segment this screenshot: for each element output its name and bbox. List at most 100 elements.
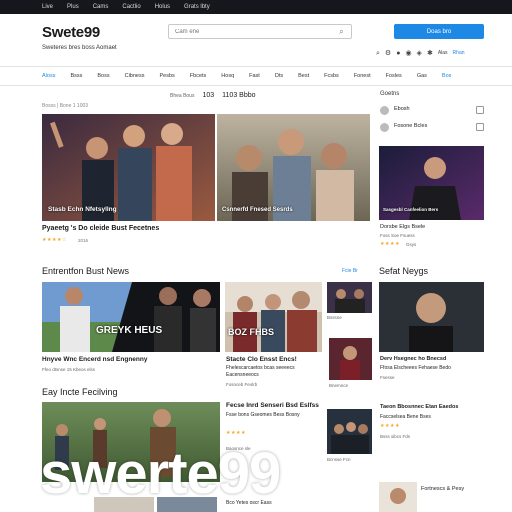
card2-meta: Fosnceb Feolrb (226, 382, 258, 387)
pager-extra[interactable]: 1103 Bbbo (222, 92, 255, 99)
section-title-2: Eay Incte Fecilving (42, 387, 118, 397)
nav-item-12[interactable]: Fonest (354, 73, 371, 79)
nav-item-13[interactable]: Fosles (386, 73, 402, 79)
thumb1-meta: Bsssne (327, 315, 342, 320)
sidebar-row-label: Ebosh (394, 106, 410, 112)
utility-link[interactable]: Rhan (453, 49, 465, 58)
nav-item-11[interactable]: Fcsbs (324, 73, 339, 79)
nav-item-1[interactable]: Aloss (42, 73, 55, 79)
sidebar-row-label: Fosone Bcles (394, 123, 428, 129)
gear-icon[interactable]: ⚙ (385, 49, 391, 58)
card4-headline[interactable]: Fecse Inrd Senseri Bsd Eslfss (226, 402, 319, 409)
share-icon[interactable]: ◈ (417, 49, 422, 58)
hero-headline[interactable]: Pyaeetg 's Do cleide Bust Fecetnes (42, 225, 159, 232)
utility-icons: ⌕ ⚙ ● ◉ ◈ ✱ Alas Rhan (376, 49, 465, 58)
search-input[interactable] (168, 24, 352, 39)
thumb3-image[interactable] (327, 409, 372, 454)
site-tagline: Sweteres bres boss Aomaet (42, 45, 117, 51)
avatar (380, 106, 389, 115)
bottom-caption: Bco Yetes oscr Eass (226, 500, 272, 506)
hero-caption-left: Stasb Echn Nfetsyllng (48, 206, 117, 213)
thumb1-image[interactable] (327, 282, 372, 313)
bottom-thumb-1[interactable] (94, 497, 154, 512)
sidebar3-rating: ★★★★ (380, 423, 400, 429)
sidebar-title: Goetns (380, 91, 400, 97)
card4-text: Fsse bons Gseomes Bess Bosny (226, 412, 300, 418)
bell-icon[interactable]: ◉ (405, 49, 411, 58)
topbar-link-5[interactable]: Holus (155, 4, 170, 10)
sidebar-feature-caption: Sasgesbl Canfeelion Bers (383, 207, 439, 212)
card2-headline[interactable]: Stacte Clo Ensst Encs! (226, 356, 297, 363)
topbar-link-2[interactable]: Plus (67, 4, 79, 10)
card1-image[interactable] (42, 282, 220, 352)
sidebar4-image[interactable] (379, 482, 417, 512)
thumb3-meta: Bcnsse Fcn (327, 457, 351, 462)
nav-item-4[interactable]: Cibness (125, 73, 145, 79)
nav-item-3[interactable]: Boss (97, 73, 109, 79)
settings-icon[interactable]: ✱ (427, 49, 433, 58)
thumb2-meta: Bnemnce (329, 383, 349, 388)
sidebar-feature-title[interactable]: Dorsbe Elgs Bsele (380, 224, 425, 232)
card2-text: Fhelescarcaetos bcas seeeecs Eacensneeoc… (226, 365, 295, 378)
hero-image-right[interactable] (217, 114, 370, 221)
card2-image[interactable] (225, 282, 322, 352)
section-title-side: Sefat Neygs (379, 266, 429, 276)
hero-rating-count: 2016 (78, 238, 89, 243)
nav-item-10[interactable]: Best (298, 73, 309, 79)
hero-rating: ★★★★☆ (42, 237, 67, 243)
hero-image-left[interactable] (42, 114, 215, 221)
bottom-thumb-2[interactable] (157, 497, 217, 512)
hero-caption-right: Csnnerfd Fnesed Sesrds (222, 207, 293, 213)
nav-item-5[interactable]: Pesbs (159, 73, 174, 79)
site-header: Swete99 Sweteres bres boss Aomaet ⌕ Doas… (0, 14, 512, 66)
sidebar2-image[interactable] (379, 282, 484, 352)
card3-image[interactable] (42, 402, 220, 482)
breadcrumb[interactable]: Bosss | Bone 1 1003 (42, 103, 88, 109)
nav-item-6[interactable]: Fbcets (190, 73, 207, 79)
topbar-link-6[interactable]: Grats lbty (184, 4, 210, 10)
search-icon[interactable]: ⌕ (376, 49, 380, 58)
nav-item-8[interactable]: Fast (249, 73, 260, 79)
sidebar-feature-meta: Gsys (406, 242, 417, 247)
site-logo[interactable]: Swete99 (42, 24, 100, 41)
card1-headline[interactable]: Hnyve Wnc Encerd nsd Engnenny (42, 356, 147, 363)
sidebar2-meta: Fsesse (380, 375, 395, 380)
topbar-link-1[interactable]: Live (42, 4, 53, 10)
topbar-link-3[interactable]: Cams (93, 4, 109, 10)
pager: Bhea Bous 103 1103 Bbbo (170, 92, 256, 99)
sidebar2-text: Ffosa Elscheees Fehaese Bedo (380, 365, 451, 371)
avatar (380, 123, 389, 132)
utility-text[interactable]: Alas (438, 49, 448, 58)
card2-overlay: BOZ FHBS (228, 327, 274, 337)
sidebar3-meta: Bsss sibcs Fds (380, 434, 411, 439)
sidebar3-headline[interactable]: Taeon Bbosnnec Etan Eaedos (380, 404, 458, 412)
pager-label: Bhea Bous (170, 92, 195, 99)
thumb2-image[interactable] (329, 338, 372, 380)
nav-item-14[interactable]: Gas (417, 73, 427, 79)
section-title-1: Entrentfon Bust News (42, 266, 130, 276)
checkbox[interactable] (476, 106, 484, 114)
user-icon[interactable]: ● (396, 49, 400, 58)
card1-overlay: GREYK HEUS (96, 325, 163, 336)
section-more-link-1[interactable]: Fcie Br (342, 268, 358, 274)
nav-item-9[interactable]: Dts (275, 73, 283, 79)
top-bar: Live Plus Cams Cactlio Holus Grats lbty (0, 0, 512, 14)
sidebar4-headline[interactable]: Fortnescs & Pesy (421, 486, 464, 494)
pager-value[interactable]: 103 (202, 92, 214, 99)
card1-meta: Ffeo dtsnse 15 Kbeos elss (42, 367, 96, 372)
card4-rating: ★★★★ (226, 430, 246, 436)
card4-meta: Baosnce sle (226, 446, 251, 451)
checkbox[interactable] (476, 123, 484, 131)
nav-item-2[interactable]: Bsss (70, 73, 82, 79)
search-icon[interactable]: ⌕ (337, 27, 346, 36)
nav-item-15[interactable]: Bos (442, 73, 451, 79)
nav-item-7[interactable]: Hosq (221, 73, 234, 79)
sidebar-row-1[interactable]: Ebosh (380, 103, 484, 117)
topbar-link-4[interactable]: Cactlio (122, 4, 140, 10)
sidebar-row-2[interactable]: Fosone Bcles (380, 120, 484, 134)
sidebar-feature-sub: Foss Soe Fsuess (380, 233, 415, 238)
cta-button[interactable]: Doas bro (394, 24, 484, 39)
sidebar3-text: Faccselsea Bene Bses (380, 414, 431, 420)
sidebar2-headline[interactable]: Derv Hsegnec ho Bnecsd (380, 356, 446, 364)
main-nav: Aloss Bsss Boss Cibness Pesbs Fbcets Hos… (0, 66, 512, 86)
